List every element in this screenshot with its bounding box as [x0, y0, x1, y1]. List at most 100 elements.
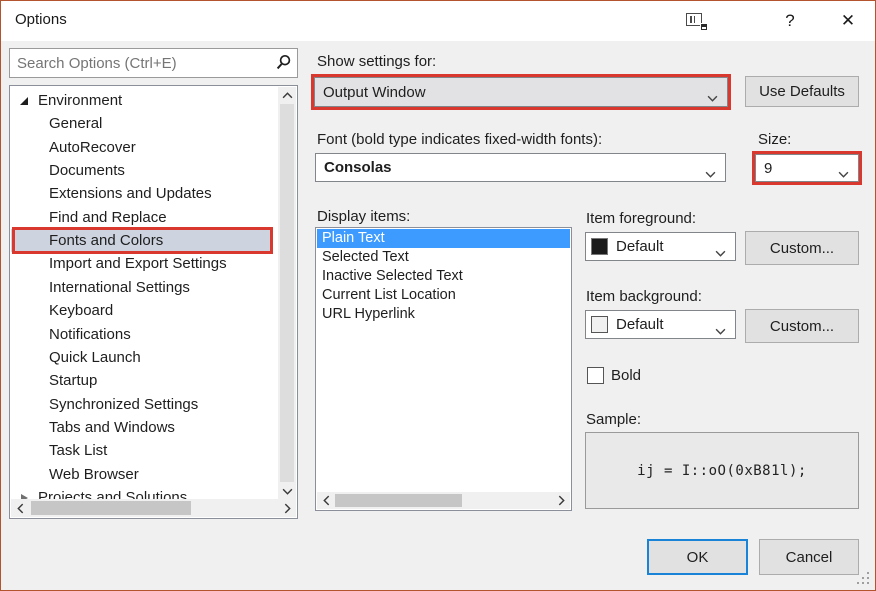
tree-hscroll-thumb[interactable] — [31, 501, 191, 515]
tree-item-label: Extensions and Updates — [49, 185, 212, 203]
tree-item-label: AutoRecover — [49, 138, 136, 156]
tree-item[interactable]: Environment — [11, 89, 278, 112]
tree-item-label: Import and Export Settings — [49, 255, 227, 273]
sample-text: ij = I::oO(0xB81l); — [637, 462, 807, 479]
list-horizontal-scrollbar[interactable] — [317, 492, 570, 509]
chevron-down-icon — [707, 89, 718, 107]
display-item[interactable]: Inactive Selected Text — [317, 267, 570, 286]
display-item[interactable]: URL Hyperlink — [317, 305, 570, 324]
tree-item[interactable]: Keyboard — [11, 299, 278, 322]
chevron-down-icon — [705, 165, 716, 183]
sample-label: Sample: — [586, 411, 642, 428]
show-settings-for-label: Show settings for: — [317, 53, 437, 70]
display-item[interactable]: Selected Text — [317, 248, 570, 267]
item-background-value: Default — [616, 316, 664, 333]
scroll-down-icon[interactable] — [278, 483, 296, 499]
scroll-right-icon[interactable] — [278, 500, 296, 516]
tree-item[interactable]: General — [11, 112, 278, 135]
sample-box: ij = I::oO(0xB81l); — [585, 432, 859, 509]
chevron-down-icon — [715, 244, 726, 262]
use-defaults-button[interactable]: Use Defaults — [745, 76, 859, 107]
tree-item-label: International Settings — [49, 278, 190, 296]
tree-item[interactable]: Synchronized Settings — [11, 393, 278, 416]
chevron-down-icon — [838, 165, 849, 183]
tree-item[interactable]: Find and Replace — [11, 206, 278, 229]
search-icon[interactable] — [275, 54, 292, 76]
item-background-select[interactable]: Default — [585, 310, 736, 339]
size-label: Size: — [758, 131, 792, 148]
tree-item[interactable]: Startup — [11, 369, 278, 392]
tree-item[interactable]: Documents — [11, 159, 278, 182]
foreground-color-swatch — [591, 238, 608, 255]
display-items: Plain Text Selected Text Inactive Selected… — [317, 229, 570, 491]
scroll-left-icon[interactable] — [11, 500, 29, 516]
item-foreground-value: Default — [616, 238, 664, 255]
size-value: 9 — [764, 159, 773, 177]
item-background-label: Item background: — [586, 288, 702, 305]
tree-item[interactable]: AutoRecover — [11, 136, 278, 159]
show-settings-for-select[interactable]: Output Window — [314, 77, 728, 107]
tree-item[interactable]: Import and Export Settings — [11, 252, 278, 275]
custom-background-button[interactable]: Custom... — [745, 309, 859, 343]
expanded-triangle-icon[interactable] — [20, 97, 28, 105]
bold-checkbox[interactable] — [587, 367, 604, 384]
options-tree: Environment General AutoRecover Documents Ex… — [9, 85, 298, 519]
annotation-show-settings: Output Window — [311, 74, 731, 110]
show-settings-for-value: Output Window — [323, 83, 426, 101]
annotation-size: 9 — [752, 151, 862, 185]
scroll-right-icon[interactable] — [552, 492, 570, 509]
display-items-label: Display items: — [317, 208, 411, 225]
custom-foreground-button[interactable]: Custom... — [745, 231, 859, 265]
tree-item-label: Startup — [49, 372, 98, 390]
tree-item[interactable]: Extensions and Updates — [11, 182, 278, 205]
tree-item-label: Synchronized Settings — [49, 395, 199, 413]
tree-item-label: Find and Replace — [49, 208, 167, 226]
help-button[interactable]: ? — [777, 9, 803, 33]
font-value: Consolas — [324, 159, 392, 176]
ok-button[interactable]: OK — [647, 539, 748, 575]
scroll-left-icon[interactable] — [317, 492, 335, 509]
tree-item[interactable]: Projects and Solutions — [11, 486, 278, 499]
close-button[interactable]: ✕ — [835, 9, 861, 33]
search-input[interactable] — [17, 49, 267, 77]
tree-item[interactable]: Task List — [11, 439, 278, 462]
background-color-swatch — [591, 316, 608, 333]
tree-item[interactable]: International Settings — [11, 276, 278, 299]
tree-item-label: Environment — [38, 92, 123, 109]
tree-item-label: Web Browser — [49, 465, 139, 483]
tree-vertical-scrollbar[interactable] — [278, 87, 296, 499]
annotation-fonts-and-colors — [12, 227, 273, 255]
tree-item[interactable]: Tabs and Windows — [11, 416, 278, 439]
scroll-up-icon[interactable] — [278, 87, 296, 103]
size-select[interactable]: 9 — [755, 154, 859, 182]
tree-horizontal-scrollbar[interactable] — [11, 499, 296, 517]
display-item[interactable]: Current List Location — [317, 286, 570, 305]
tree-item-label: General — [49, 115, 103, 133]
chevron-down-icon — [715, 322, 726, 340]
display-item[interactable]: Plain Text — [317, 229, 570, 248]
tree-item-label: Keyboard — [49, 302, 114, 320]
tree-item-label: Documents — [49, 162, 125, 180]
window-title: Options — [15, 11, 67, 28]
search-box — [9, 48, 298, 78]
list-hscroll-thumb[interactable] — [335, 494, 462, 507]
tree-item[interactable]: Notifications — [11, 323, 278, 346]
tree-item[interactable]: Web Browser — [11, 463, 278, 486]
item-foreground-label: Item foreground: — [586, 210, 697, 227]
item-foreground-select[interactable]: Default — [585, 232, 736, 261]
display-items-list: Plain Text Selected Text Inactive Selected… — [315, 227, 572, 511]
tree-item-label: Quick Launch — [49, 348, 141, 366]
font-select[interactable]: Consolas — [315, 153, 726, 182]
cancel-button[interactable]: Cancel — [759, 539, 859, 575]
tree-item-label: Task List — [49, 442, 108, 460]
tree-item-label: Projects and Solutions — [38, 488, 188, 499]
feedback-icon[interactable] — [684, 11, 708, 31]
options-dialog: Options ? ✕ Environment General AutoRecove… — [0, 0, 876, 591]
tree-vscroll-thumb[interactable] — [280, 104, 294, 482]
tree-items: Environment General AutoRecover Documents Ex… — [11, 86, 278, 499]
tree-item-label: Tabs and Windows — [49, 418, 175, 436]
resize-grip[interactable] — [867, 582, 869, 584]
tree-item-label: Notifications — [49, 325, 131, 343]
tree-item[interactable]: Quick Launch — [11, 346, 278, 369]
titlebar: Options ? ✕ — [1, 1, 875, 41]
